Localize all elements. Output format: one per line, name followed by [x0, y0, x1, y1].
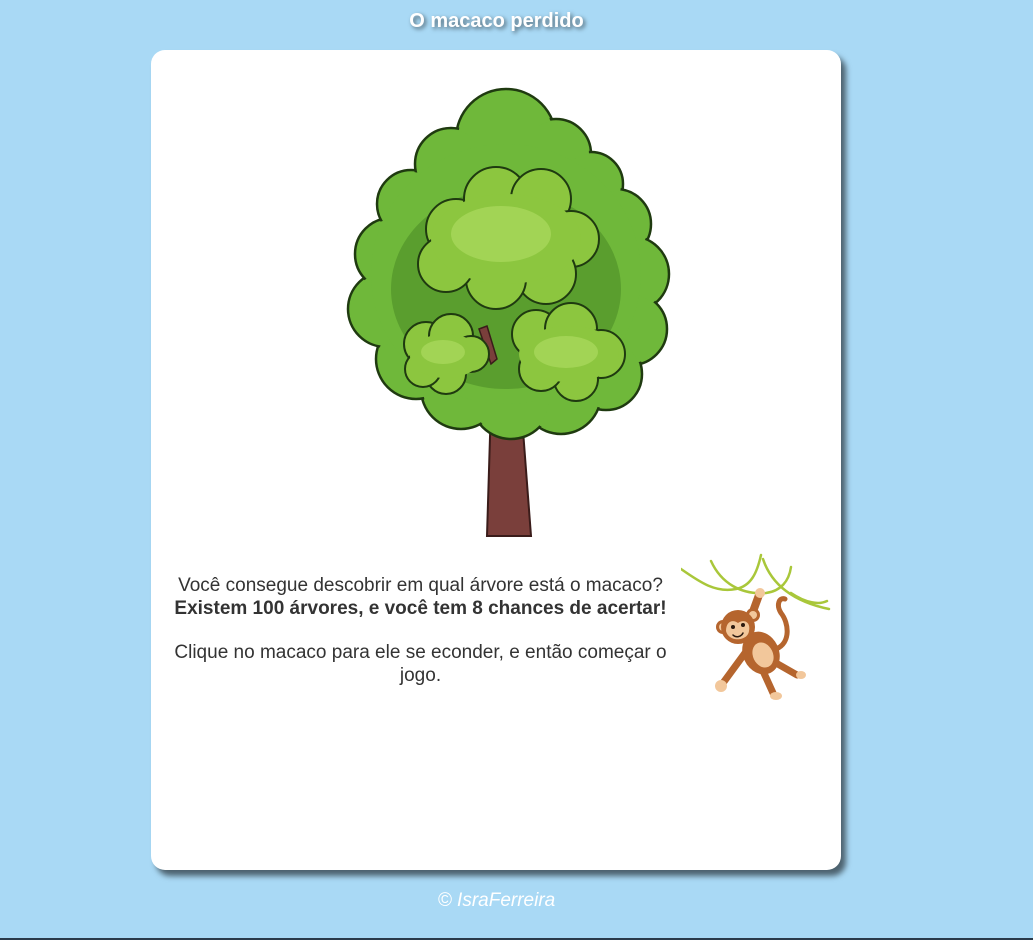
- monkey-icon[interactable]: [681, 553, 833, 703]
- page-title: O macaco perdido: [409, 10, 584, 32]
- footer-credit: © IsraFerreira: [437, 890, 556, 911]
- instruction-text: Clique no macaco para ele se econder, e …: [174, 642, 667, 686]
- instructions: Você consegue descobrir em qual árvore e…: [159, 574, 682, 687]
- game-card: Você consegue descobrir em qual árvore e…: [151, 50, 841, 870]
- tree-icon[interactable]: [331, 74, 671, 539]
- rules-text: Existem 100 árvores, e você tem 8 chance…: [174, 598, 667, 619]
- question-text: Você consegue descobrir em qual árvore e…: [178, 575, 663, 596]
